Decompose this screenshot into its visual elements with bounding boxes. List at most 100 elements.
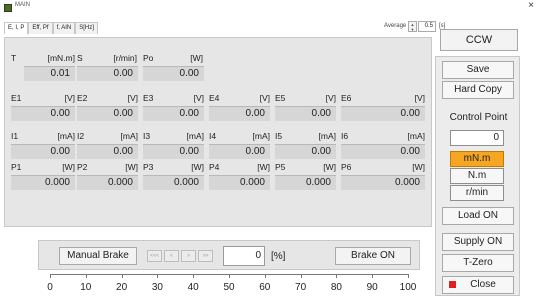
- unit-rmin-button[interactable]: r/min: [450, 185, 504, 201]
- scale-tick-label: 90: [366, 282, 378, 293]
- p3-unit: [W]: [191, 162, 204, 172]
- brake-panel: Manual Brake <<< < > >> 0 [%] Brake ON: [38, 240, 420, 270]
- e6-unit: [V]: [414, 93, 425, 103]
- t-zero-button[interactable]: T-Zero: [442, 254, 514, 272]
- average-spinner[interactable]: ▲ ▼: [408, 21, 417, 32]
- brake-on-button[interactable]: Brake ON: [335, 247, 411, 265]
- scale-tick: [50, 274, 51, 278]
- manual-brake-button[interactable]: Manual Brake: [59, 247, 137, 265]
- p4-unit: [W]: [257, 162, 270, 172]
- p3-label: P3: [143, 162, 154, 172]
- scale-tick: [85, 274, 87, 278]
- e5-label: E5: [275, 93, 286, 103]
- unit-mnm-button[interactable]: mN.m: [450, 151, 504, 167]
- control-point-label: Control Point: [449, 112, 508, 123]
- speed-value: 0.00: [77, 66, 138, 81]
- i2-unit: [mA]: [120, 131, 138, 141]
- p5-unit: [W]: [323, 162, 336, 172]
- control-point-input[interactable]: 0: [450, 130, 504, 146]
- load-on-button[interactable]: Load ON: [442, 207, 514, 225]
- unit-nm-button[interactable]: N.m: [450, 168, 504, 184]
- close-square-icon: [449, 281, 456, 288]
- brake-step-fast-back-button[interactable]: <<<: [147, 250, 162, 262]
- i2-label: I2: [77, 131, 85, 141]
- brake-step-fast-forward-button[interactable]: >>: [198, 250, 213, 262]
- tab-f-ain[interactable]: f, AIN: [52, 22, 76, 34]
- average-input[interactable]: 0.5: [418, 21, 436, 32]
- save-button[interactable]: Save: [442, 61, 514, 79]
- scale-tick-label: 70: [295, 282, 307, 293]
- scale-tick-label: 40: [187, 282, 199, 293]
- e3-unit: [V]: [193, 93, 204, 103]
- e2-label: E2: [77, 93, 88, 103]
- window-close-icon[interactable]: ×: [528, 0, 534, 11]
- p1-value: 0.000: [11, 175, 75, 190]
- scale-tick-label: 20: [116, 282, 128, 293]
- p6-value: 0.000: [341, 175, 425, 190]
- p1-label: P1: [11, 162, 22, 172]
- supply-on-button[interactable]: Supply ON: [442, 233, 514, 251]
- scale-tick: [157, 274, 159, 278]
- scale-tick-label: 10: [80, 282, 92, 293]
- e6-label: E6: [341, 93, 352, 103]
- speed-unit: [r/min]: [113, 53, 137, 63]
- i6-unit: [mA]: [407, 131, 425, 141]
- brake-scale: 0 10 20 30 40 50 60 70 80 90 100: [38, 274, 420, 299]
- scale-tick: [229, 274, 230, 278]
- p6-unit: [W]: [412, 162, 425, 172]
- e4-label: E4: [209, 93, 220, 103]
- i4-value: 0.00: [209, 144, 270, 159]
- p4-label: P4: [209, 162, 220, 172]
- p2-value: 0.000: [77, 175, 138, 190]
- p6-label: P6: [341, 162, 352, 172]
- e3-label: E3: [143, 93, 154, 103]
- e4-value: 0.00: [209, 106, 270, 121]
- scale-tick-label: 0: [47, 282, 53, 293]
- i1-unit: [mA]: [57, 131, 75, 141]
- control-side-panel: Save Hard Copy Control Point 0 mN.m N.m …: [435, 56, 520, 296]
- output-power-label: Po: [143, 53, 154, 63]
- e2-unit: [V]: [127, 93, 138, 103]
- scale-tick: [193, 274, 195, 278]
- torque-value: 0.01: [24, 66, 75, 81]
- e2-value: 0.00: [77, 106, 138, 121]
- brake-step-back-button[interactable]: <: [164, 250, 179, 262]
- scale-tick-label: 60: [259, 282, 271, 293]
- tab-s-hz[interactable]: S[Hz]: [75, 22, 98, 34]
- brake-percent-input[interactable]: 0: [223, 246, 265, 266]
- title-bar: MAIN ×: [0, 0, 538, 16]
- scale-tick-label: 100: [399, 282, 417, 293]
- e3-value: 0.00: [143, 106, 204, 121]
- i3-value: 0.00: [143, 144, 204, 159]
- e6-value: 0.00: [341, 106, 425, 121]
- brake-step-forward-button[interactable]: >: [181, 250, 196, 262]
- p5-value: 0.000: [275, 175, 336, 190]
- e1-label: E1: [11, 93, 22, 103]
- tab-e-i-p[interactable]: E, I, P: [4, 22, 29, 34]
- scale-tick-label: 80: [330, 282, 342, 293]
- tab-eff-pf[interactable]: Eff, Pf: [28, 22, 53, 34]
- scale-tick: [408, 274, 409, 278]
- close-button-label: Close: [470, 279, 496, 290]
- p1-unit: [W]: [62, 162, 75, 172]
- i1-label: I1: [11, 131, 19, 141]
- average-label: Average: [384, 23, 407, 29]
- hard-copy-button[interactable]: Hard Copy: [442, 81, 514, 99]
- i4-unit: [mA]: [252, 131, 270, 141]
- scale-tick: [300, 274, 302, 278]
- p4-value: 0.000: [209, 175, 270, 190]
- scale-tick: [264, 274, 266, 278]
- i4-label: I4: [209, 131, 217, 141]
- i5-unit: [mA]: [318, 131, 336, 141]
- torque-label: T: [11, 53, 17, 63]
- p5-label: P5: [275, 162, 286, 172]
- scale-tick-label: 30: [151, 282, 163, 293]
- measurement-panel: T [mN.m] 0.01 S [r/min] 0.00 Po [W] 0.00…: [4, 37, 432, 227]
- e5-value: 0.00: [275, 106, 336, 121]
- i3-unit: [mA]: [186, 131, 204, 141]
- e5-unit: [V]: [325, 93, 336, 103]
- ccw-button[interactable]: CCW: [440, 29, 518, 51]
- i5-label: I5: [275, 131, 283, 141]
- torque-unit: [mN.m]: [47, 53, 75, 63]
- close-button[interactable]: Close: [442, 276, 514, 294]
